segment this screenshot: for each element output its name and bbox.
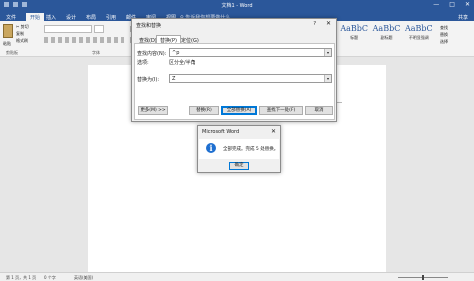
share-button[interactable]: 共享 [458, 14, 468, 21]
options-value: 区分全/半角 [169, 60, 196, 66]
more-button[interactable]: 更多(M) >> [138, 106, 168, 115]
tab-references[interactable]: 引用 [106, 14, 116, 21]
help-button[interactable]: ? [313, 21, 316, 27]
message-box-close-button[interactable]: ✕ [271, 128, 276, 135]
replace-all-button[interactable]: 全部替换(A) [221, 106, 257, 115]
word-count[interactable]: 0 个字 [44, 275, 56, 281]
replace-with-label: 替换为(I): [137, 77, 160, 83]
options-label: 选项: [137, 60, 149, 66]
styles-gallery: AaBbC 标题 AaBbC 副标题 AaBbC 不明显强调 [338, 24, 436, 48]
close-button[interactable]: ✕ [465, 1, 470, 8]
tab-design[interactable]: 设计 [66, 14, 76, 21]
style-subtle-emphasis[interactable]: AaBbC 不明显强调 [403, 24, 435, 48]
tab-home[interactable]: 开始 [26, 13, 45, 21]
copy-button[interactable]: 复制 [16, 31, 24, 37]
paste-icon[interactable] [3, 24, 13, 38]
editing-group: 查找 替换 选择 [440, 24, 448, 45]
clipboard-group-label: 剪贴板 [6, 50, 18, 55]
ok-button[interactable]: 确定 [229, 162, 249, 170]
language-indicator[interactable]: 英语(美国) [74, 275, 93, 281]
font-group-label: 字体 [92, 50, 100, 55]
page-count[interactable]: 第 1 页，共 1 页 [6, 275, 36, 281]
message-box-body: i 全部完成。完成 5 处替换。 [199, 139, 279, 159]
find-what-input[interactable]: ^p ▾ [169, 48, 332, 57]
message-text: 全部完成。完成 5 处替换。 [223, 147, 279, 152]
paste-button[interactable]: 粘贴 [3, 41, 11, 47]
replace-with-input[interactable]: Z ▾ [169, 74, 332, 83]
zoom-slider-handle[interactable] [422, 275, 424, 280]
minimize-button[interactable]: — [433, 1, 439, 8]
find-button[interactable]: 查找 [440, 24, 448, 31]
find-replace-dialog: 查找和替换 ? ✕ 查找(D) 替换(P) 定位(G) 查找内容(N): ^p … [131, 18, 337, 122]
font-name-select[interactable] [44, 25, 92, 33]
replace-button[interactable]: 替换 [440, 31, 448, 38]
tab-file[interactable]: 文件 [6, 14, 16, 21]
find-what-label: 查找内容(N): [137, 51, 167, 57]
dialog-close-button[interactable]: ✕ [326, 20, 331, 27]
tab-layout[interactable]: 布局 [86, 14, 96, 21]
message-box-title: Microsoft Word [202, 129, 240, 135]
maximize-button[interactable]: □ [449, 1, 455, 8]
status-bar: 第 1 页，共 1 页 0 个字 英语(美国) [0, 272, 474, 281]
chevron-down-icon[interactable]: ▾ [324, 75, 331, 82]
find-next-button[interactable]: 查找下一处(F) [259, 106, 303, 115]
dialog-body: 查找内容(N): ^p ▾ 选项: 区分全/半角 替换为(I): Z ▾ 更多(… [134, 43, 335, 120]
title-bar: 文档1 - Word — □ ✕ [0, 0, 474, 12]
window-title: 文档1 - Word [221, 3, 253, 9]
window-controls: — □ ✕ [433, 1, 470, 8]
dialog-title: 查找和替换 [136, 23, 162, 29]
format-painter-button[interactable]: 格式刷 [16, 38, 28, 44]
cancel-button[interactable]: 取消 [305, 106, 333, 115]
select-button[interactable]: 选择 [440, 38, 448, 45]
font-size-select[interactable] [94, 25, 104, 33]
style-subtitle[interactable]: AaBbC 副标题 [370, 24, 402, 48]
chevron-down-icon[interactable]: ▾ [324, 49, 331, 56]
font-format-buttons[interactable] [44, 37, 124, 43]
cut-button[interactable]: ✂ 剪切 [16, 24, 29, 30]
replace-button[interactable]: 替换(R) [189, 106, 219, 115]
tab-insert[interactable]: 插入 [46, 14, 56, 21]
style-title[interactable]: AaBbC 标题 [338, 24, 370, 48]
result-message-box: Microsoft Word ✕ i 全部完成。完成 5 处替换。 确定 [197, 125, 281, 173]
info-icon: i [206, 143, 216, 153]
